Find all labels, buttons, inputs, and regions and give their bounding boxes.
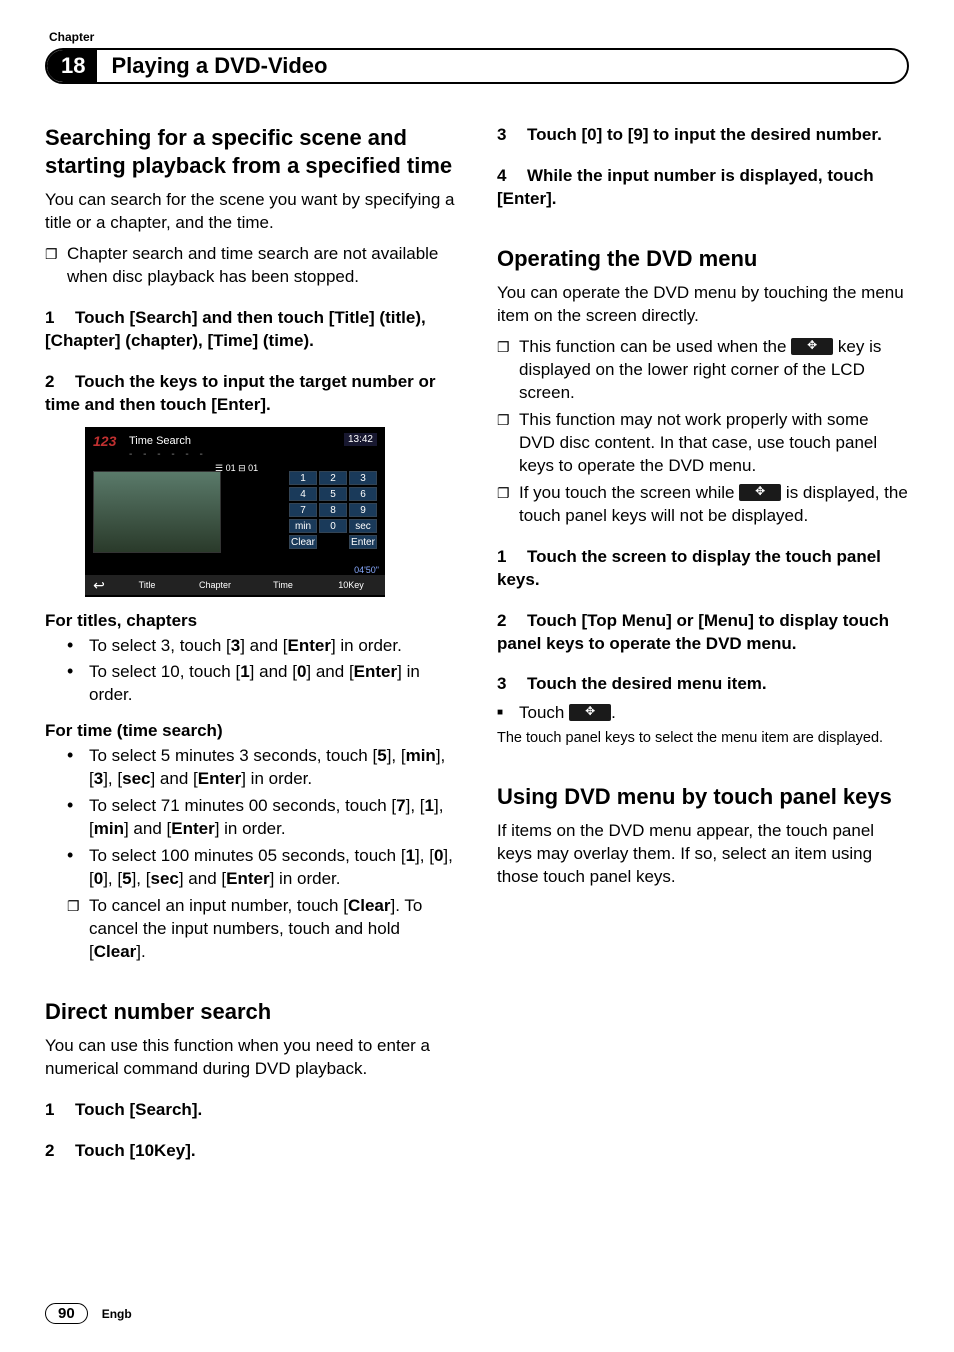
list-item: •To select 5 minutes 3 seconds, touch [5… [67, 745, 457, 791]
ss-keypad: 1 2 3 4 5 6 7 8 9 min 0 sec Clear Enter [289, 471, 377, 549]
tip-text: Touch . [519, 702, 616, 725]
section-heading-operating-dvd-menu: Operating the DVD menu [497, 245, 909, 273]
list-text: To select 100 minutes 05 seconds, touch … [89, 845, 457, 891]
ss-tab-chapter: Chapter [181, 575, 249, 595]
note-text: Chapter search and time search are not a… [67, 243, 457, 289]
step-3: 3Touch [0] to [9] to input the desired n… [497, 124, 909, 147]
chapter-header: 18 Playing a DVD-Video [45, 48, 909, 84]
note-item: ❐ If you touch the screen while is displ… [497, 482, 909, 528]
ss-tab-title: Title [113, 575, 181, 595]
note-item: ❐ Chapter search and time search are not… [45, 243, 457, 289]
list-item: •To select 10, touch [1] and [0] and [En… [67, 661, 457, 707]
square-bullet-icon: ❐ [67, 895, 89, 964]
step-2: 2Touch [Top Menu] or [Menu] to display t… [497, 610, 909, 656]
key-0: 0 [319, 519, 347, 533]
step-2: 2Touch [10Key]. [45, 1140, 457, 1163]
paragraph: If items on the DVD menu appear, the tou… [497, 820, 909, 889]
tip-item: ■ Touch . [497, 702, 909, 725]
note-item: ❐To cancel an input number, touch [Clear… [67, 895, 457, 964]
paragraph: You can search for the scene you want by… [45, 189, 457, 235]
dot-bullet-icon: • [67, 661, 89, 707]
step-4: 4While the input number is displayed, to… [497, 165, 909, 211]
key-9: 9 [349, 503, 377, 517]
note-item: ❐ This function can be used when the key… [497, 336, 909, 405]
step-1: 1Touch the screen to display the touch p… [497, 546, 909, 592]
ss-clock: 13:42 [344, 433, 377, 446]
key-1: 1 [289, 471, 317, 485]
list-text: To select 5 minutes 3 seconds, touch [5]… [89, 745, 457, 791]
note-text: To cancel an input number, touch [Clear]… [89, 895, 457, 964]
ss-track-info: ☰ 01 ⊟ 01 [215, 463, 258, 474]
step-3: 3Touch the desired menu item. [497, 673, 909, 696]
ss-video-preview [93, 471, 221, 553]
key-4: 4 [289, 487, 317, 501]
page-number: 90 [45, 1303, 88, 1324]
step-1: 1Touch [Search]. [45, 1099, 457, 1122]
content-columns: Searching for a specific scene and start… [45, 124, 909, 1163]
ss-bottom-tabs: ↩ Title Chapter Time 10Key [85, 575, 385, 595]
embedded-screenshot: 123 Time Search 13:42 - - - - - - ☰ 01 ⊟… [85, 427, 385, 597]
chapter-number-badge: 18 [47, 50, 97, 82]
ss-tab-10key: 10Key [317, 575, 385, 595]
dot-bullet-icon: • [67, 745, 89, 791]
list-item: •To select 100 minutes 05 seconds, touch… [67, 845, 457, 891]
language-code: Engb [102, 1307, 132, 1321]
page-footer: 90 Engb [45, 1303, 132, 1324]
square-bullet-icon: ❐ [497, 336, 519, 405]
note-text: This function may not work properly with… [519, 409, 909, 478]
section-heading-dvd-menu-touch: Using DVD menu by touch panel keys [497, 783, 909, 811]
subheading-titles-chapters: For titles, chapters [45, 611, 457, 631]
section-heading-search-scene: Searching for a specific scene and start… [45, 124, 457, 179]
list-text: To select 71 minutes 00 seconds, touch [… [89, 795, 457, 841]
list-text: To select 3, touch [3] and [Enter] in or… [89, 635, 402, 658]
dot-bullet-icon: • [67, 795, 89, 841]
right-column: 3Touch [0] to [9] to input the desired n… [497, 124, 909, 1163]
ss-tab-time: Time [249, 575, 317, 595]
ss-title: Time Search [129, 435, 191, 447]
list-text: To select 10, touch [1] and [0] and [Ent… [89, 661, 457, 707]
chapter-label: Chapter [49, 30, 909, 44]
paragraph: You can operate the DVD menu by touching… [497, 282, 909, 328]
step-2: 2Touch the keys to input the target numb… [45, 371, 457, 417]
arrow-key-icon [569, 704, 611, 721]
chapter-title: Playing a DVD-Video [111, 53, 327, 79]
ss-elapsed: 04'50" [354, 565, 379, 575]
key-enter: Enter [349, 535, 377, 549]
list-item: •To select 3, touch [3] and [Enter] in o… [67, 635, 457, 658]
note-small: The touch panel keys to select the menu … [497, 729, 909, 749]
square-bullet-icon: ❐ [497, 482, 519, 528]
key-6: 6 [349, 487, 377, 501]
ss-input-dashes: - - - - - - [129, 449, 207, 460]
arrow-key-icon [739, 484, 781, 501]
small-square-bullet-icon: ■ [497, 702, 519, 725]
key-2: 2 [319, 471, 347, 485]
key-clear: Clear [289, 535, 317, 549]
key-3: 3 [349, 471, 377, 485]
key-8: 8 [319, 503, 347, 517]
note-text: This function can be used when the key i… [519, 336, 909, 405]
key-5: 5 [319, 487, 347, 501]
section-heading-direct-number: Direct number search [45, 998, 457, 1026]
ss-corner-icon: 123 [93, 433, 116, 449]
key-7: 7 [289, 503, 317, 517]
note-text: If you touch the screen while is display… [519, 482, 909, 528]
key-sec: sec [349, 519, 377, 533]
subheading-time-search: For time (time search) [45, 721, 457, 741]
ss-return-icon: ↩ [85, 575, 113, 595]
square-bullet-icon: ❐ [45, 243, 67, 289]
arrow-key-icon [791, 338, 833, 355]
paragraph: You can use this function when you need … [45, 1035, 457, 1081]
list-item: •To select 71 minutes 00 seconds, touch … [67, 795, 457, 841]
key-min: min [289, 519, 317, 533]
square-bullet-icon: ❐ [497, 409, 519, 478]
dot-bullet-icon: • [67, 635, 89, 658]
note-item: ❐ This function may not work properly wi… [497, 409, 909, 478]
dot-bullet-icon: • [67, 845, 89, 891]
left-column: Searching for a specific scene and start… [45, 124, 457, 1163]
step-1: 1Touch [Search] and then touch [Title] (… [45, 307, 457, 353]
